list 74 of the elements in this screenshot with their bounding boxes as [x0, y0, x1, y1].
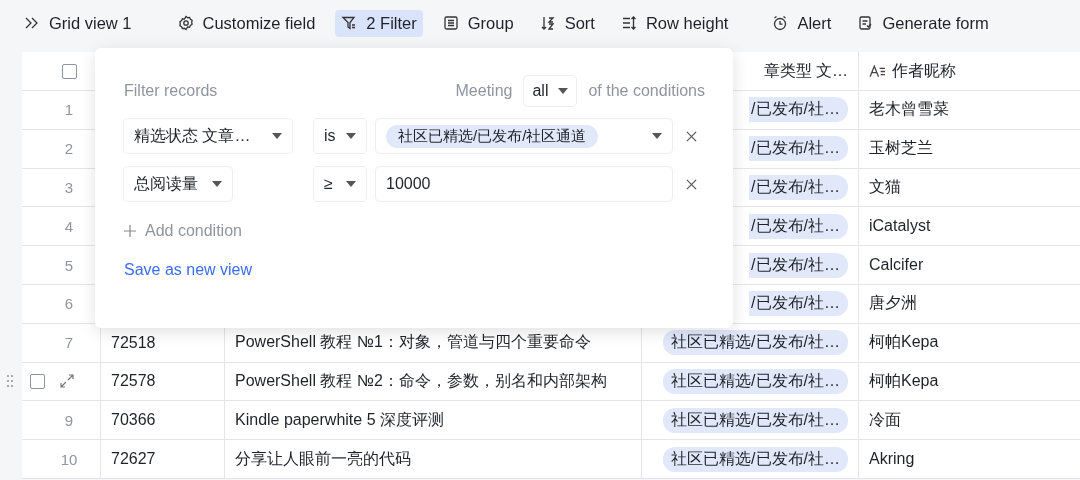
toolbar-button[interactable]: Customize field [171, 9, 322, 37]
value-dropdown[interactable]: 社区已精选/已发布/社区通道 [376, 119, 672, 153]
column-header: 章类型 文… [763, 60, 848, 81]
toolbar-button[interactable]: Alert [766, 9, 838, 37]
drag-handle-icon[interactable] [6, 374, 14, 389]
list-icon [442, 15, 459, 31]
table-cell: iCatalyst [869, 217, 931, 236]
plus-icon [124, 225, 136, 237]
gear-icon [177, 15, 194, 31]
table-cell-text: 唐夕洲 [869, 293, 917, 314]
select-all-checkbox[interactable] [61, 63, 77, 79]
field-dropdown[interactable]: 精选状态 文章… [124, 119, 292, 153]
table-cell: 72578 [111, 372, 156, 391]
value-field[interactable]: 10000 [376, 167, 672, 201]
row-height-icon [620, 15, 637, 31]
status-tag: /已发布/社… [749, 136, 848, 162]
row-number: 4 [64, 217, 74, 235]
status-tag: 社区已精选/已发布/社… [663, 446, 848, 472]
table-cell-text: PowerShell 教程 №1：对象，管道与四个重要命令 [235, 332, 591, 353]
row-number: 3 [64, 179, 74, 196]
row-number: 2 [64, 140, 74, 158]
table-cell: Calcifer [869, 256, 924, 275]
status-tag: /已发布/社… [749, 252, 848, 278]
match-dropdown[interactable]: all [524, 76, 577, 106]
operator-dropdown[interactable]: is [314, 119, 366, 153]
table-cell-text: 冷面 [869, 409, 901, 430]
form-icon [857, 15, 874, 31]
status-tag: 社区已精选/已发布/社… [663, 368, 848, 394]
status-tag: /已发布/社… [749, 291, 848, 317]
status-tag: 社区已精选/已发布/社… [663, 330, 848, 356]
table-cell-text: 玉树芝兰 [869, 138, 933, 159]
conditions-label: of the conditions [588, 82, 705, 100]
toolbar-button[interactable]: Grid view 1 [18, 9, 138, 37]
table-cell: 70366 [111, 411, 156, 430]
operator-dropdown[interactable]: ≥ [314, 167, 366, 201]
status-tag: /已发布/社… [749, 97, 848, 123]
row-number: 9 [64, 411, 74, 429]
table-cell-text: PowerShell 教程 №2：命令，参数，别名和内部架构 [235, 370, 607, 391]
row-number: 1 [64, 101, 74, 119]
table-cell-text: 文猫 [869, 177, 901, 197]
table-cell-text: 柯帕Kepa [869, 370, 939, 391]
row-checkbox[interactable] [30, 373, 45, 389]
status-tag: /已发布/社… [749, 175, 848, 200]
field-dropdown[interactable]: 总阅读量 [124, 167, 232, 201]
toolbar-button[interactable]: Group [436, 9, 520, 37]
popover-title: Filter records [124, 82, 218, 100]
row-number: 7 [64, 334, 74, 352]
column-header: 作者昵称 [892, 60, 956, 81]
sort-icon [539, 15, 556, 31]
close-icon[interactable] [686, 130, 697, 142]
save-view-link[interactable]: Save as new view [124, 261, 253, 279]
table-cell-text: Kindle paperwhite 5 深度评测 [235, 409, 444, 430]
row-number: 5 [64, 256, 74, 274]
expand-icon[interactable] [59, 373, 75, 390]
table-cell-text: 柯帕Kepa [869, 332, 939, 353]
table-cell-text: 老木曾雪菜 [869, 99, 949, 120]
status-tag: 社区已精选/已发布/社… [663, 407, 848, 433]
table-cell: 72627 [111, 450, 156, 469]
table-cell: 72518 [111, 333, 156, 352]
table-cell-text: 分享让人眼前一亮的代码 [235, 448, 411, 469]
alarm-clock-icon [772, 15, 789, 31]
funnel-icon [341, 15, 358, 31]
toolbar-button[interactable]: Sort [533, 9, 601, 37]
close-icon[interactable] [686, 178, 697, 190]
status-tag: /已发布/社… [749, 213, 848, 239]
meeting-label: Meeting [455, 82, 513, 100]
row-number: 10 [60, 450, 78, 468]
table-cell: Akring [869, 450, 915, 469]
row-number: 6 [64, 295, 74, 313]
toolbar-button[interactable]: 2 Filter [335, 9, 423, 37]
toolbar-button[interactable]: Row height [614, 9, 735, 37]
views-toggle-icon [24, 15, 40, 31]
text-field-icon [869, 62, 886, 80]
toolbar-button[interactable]: Generate form [851, 9, 995, 37]
